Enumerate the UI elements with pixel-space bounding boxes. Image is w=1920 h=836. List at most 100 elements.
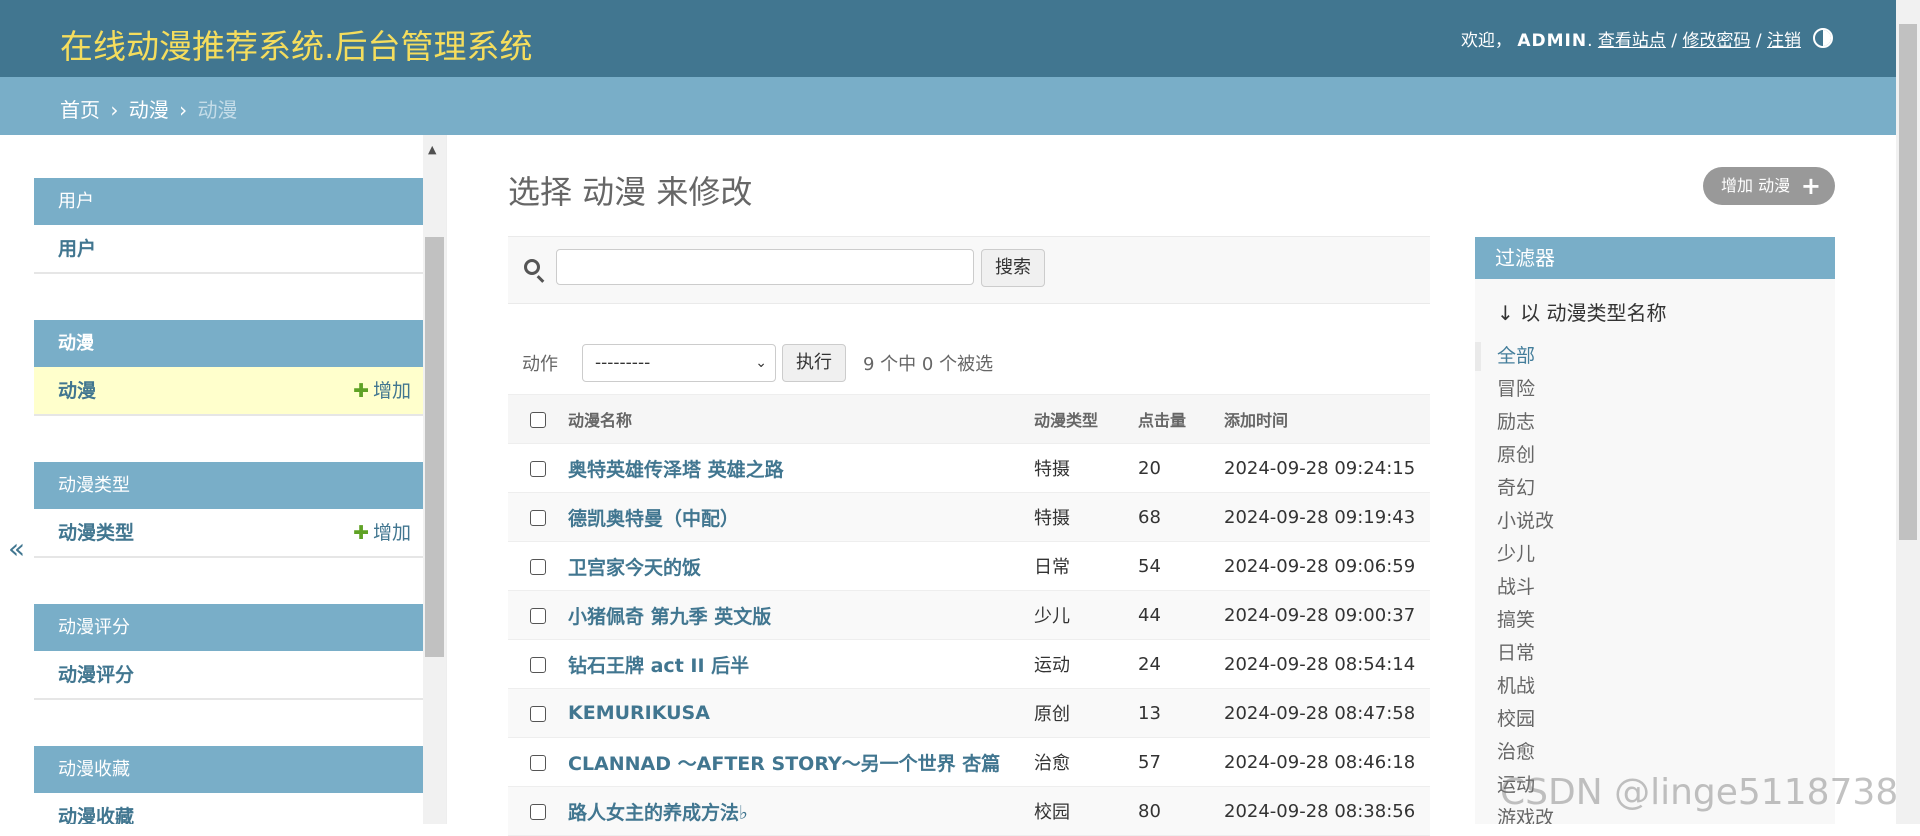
logout-link[interactable]: 注销 xyxy=(1767,31,1801,51)
row-checkbox[interactable] xyxy=(530,607,546,624)
filter-option[interactable]: 少儿 xyxy=(1475,538,1835,571)
anime-link[interactable]: CLANNAD ～AFTER STORY～另一个世界 杏篇 xyxy=(568,753,1000,775)
sidebar-add-anime-type-button[interactable]: ✚ 增加 xyxy=(353,509,411,557)
sidebar-caption-anime-type[interactable]: 动漫类型 xyxy=(34,462,423,509)
filter-caption: 过滤器 xyxy=(1475,237,1835,279)
actions-label: 动作 xyxy=(522,354,558,375)
column-header-added[interactable]: 添加时间 xyxy=(1224,394,1430,444)
anime-type: 校园 xyxy=(1034,786,1138,836)
table-row: 路人女主的养成方法♭ 校园 80 2024-09-28 08:38:56 xyxy=(508,786,1430,836)
table-row: 奥特英雄传泽塔 英雄之路 特摄 20 2024-09-28 09:24:15 xyxy=(508,443,1430,493)
sidebar-item-anime-type[interactable]: 动漫类型 ✚ 增加 xyxy=(34,509,423,557)
anime-link[interactable]: 卫宫家今天的饭 xyxy=(568,557,701,579)
change-password-link[interactable]: 修改密码 xyxy=(1682,31,1750,51)
sidebar-caption-users[interactable]: 用户 xyxy=(34,178,423,225)
table-row: 德凯奥特曼（中配） 特摄 68 2024-09-28 09:19:43 xyxy=(508,492,1430,542)
anime-link[interactable]: 奥特英雄传泽塔 英雄之路 xyxy=(568,459,784,481)
page-scrollbar[interactable] xyxy=(1896,0,1920,824)
action-select[interactable]: --------- ⌄ xyxy=(582,344,776,382)
selection-counter: 9 个中 0 个被选 xyxy=(863,354,994,375)
row-checkbox[interactable] xyxy=(530,803,546,820)
view-site-link[interactable]: 查看站点 xyxy=(1598,31,1666,51)
search-input[interactable] xyxy=(556,249,974,285)
added-time: 2024-09-28 08:46:18 xyxy=(1224,737,1430,787)
table-row: 钻石王牌 act II 后半 运动 24 2024-09-28 08:54:14 xyxy=(508,639,1430,689)
filter-option[interactable]: 小说改 xyxy=(1475,505,1835,538)
execute-action-button[interactable]: 执行 xyxy=(782,344,846,382)
anime-link[interactable]: 德凯奥特曼（中配） xyxy=(568,508,739,530)
anime-link[interactable]: 钻石王牌 act II 后半 xyxy=(568,655,749,677)
filter-option[interactable]: 冒险 xyxy=(1475,373,1835,406)
filter-option[interactable]: 原创 xyxy=(1475,439,1835,472)
username: ADMIN xyxy=(1517,31,1588,51)
column-header-name[interactable]: 动漫名称 xyxy=(568,394,1034,444)
sidebar-divider xyxy=(446,135,447,824)
anime-link[interactable]: KEMURIKUSA xyxy=(568,702,710,724)
sidebar-group-anime-type: 动漫类型 动漫类型 ✚ 增加 xyxy=(34,462,423,558)
sidebar-add-anime-button[interactable]: ✚ 增加 xyxy=(353,367,411,415)
breadcrumb-home[interactable]: 首页 xyxy=(60,98,100,122)
watermark: CSDN @linge511873822 xyxy=(1500,772,1920,813)
breadcrumb-current: 动漫 xyxy=(197,98,238,122)
column-header-type[interactable]: 动漫类型 xyxy=(1034,394,1138,444)
results-table: 动漫名称 动漫类型 点击量 添加时间 奥特英雄传泽塔 英雄之路 特摄 20 20… xyxy=(508,394,1430,836)
filter-option[interactable]: 机战 xyxy=(1475,670,1835,703)
site-brand[interactable]: 在线动漫推荐系统.后台管理系统 xyxy=(60,20,533,68)
filter-option-all[interactable]: 全部 xyxy=(1475,340,1835,373)
anime-type: 少儿 xyxy=(1034,590,1138,640)
plus-icon: + xyxy=(1800,172,1821,200)
sidebar-item-anime-rating[interactable]: 动漫评分 xyxy=(34,651,423,699)
anime-type: 特摄 xyxy=(1034,492,1138,542)
row-checkbox[interactable] xyxy=(530,656,546,673)
sidebar-item-anime[interactable]: 动漫 ✚ 增加 xyxy=(34,367,423,415)
sidebar-item-users[interactable]: 用户 xyxy=(34,225,423,273)
click-count: 54 xyxy=(1138,541,1224,591)
anime-link[interactable]: 小猪佩奇 第九季 英文版 xyxy=(568,606,771,628)
sidebar-item-anime-favorite[interactable]: 动漫收藏 xyxy=(34,793,423,824)
theme-toggle-icon[interactable] xyxy=(1813,28,1833,48)
anime-type: 原创 xyxy=(1034,688,1138,738)
filter-option[interactable]: 搞笑 xyxy=(1475,604,1835,637)
breadcrumb-app[interactable]: 动漫 xyxy=(129,98,169,122)
sidebar-group-anime-favorite: 动漫收藏 动漫收藏 xyxy=(34,746,423,824)
plus-icon: ✚ xyxy=(353,380,369,402)
sidebar-group-users: 用户 用户 xyxy=(34,178,423,274)
chevron-down-icon: ⌄ xyxy=(755,355,767,371)
sidebar-scrollbar[interactable]: ▲ xyxy=(423,135,446,824)
sidebar-scrollbar-thumb[interactable] xyxy=(425,237,444,657)
sidebar-caption-anime[interactable]: 动漫 xyxy=(34,320,423,367)
filter-option[interactable]: 战斗 xyxy=(1475,571,1835,604)
click-count: 24 xyxy=(1138,639,1224,689)
search-toolbar: 搜索 xyxy=(508,236,1430,304)
row-checkbox[interactable] xyxy=(530,754,546,771)
select-all-checkbox[interactable] xyxy=(530,412,546,428)
add-anime-button[interactable]: 增加 动漫 + xyxy=(1703,167,1835,205)
table-row: 卫宫家今天的饭 日常 54 2024-09-28 09:06:59 xyxy=(508,541,1430,591)
sidebar-caption-anime-rating[interactable]: 动漫评分 xyxy=(34,604,423,651)
row-checkbox[interactable] xyxy=(530,460,546,477)
row-checkbox[interactable] xyxy=(530,509,546,526)
filter-option[interactable]: 校园 xyxy=(1475,703,1835,736)
table-row: KEMURIKUSA 原创 13 2024-09-28 08:47:58 xyxy=(508,688,1430,738)
sidebar-collapse-toggle[interactable]: « xyxy=(8,532,25,565)
filter-option[interactable]: 日常 xyxy=(1475,637,1835,670)
table-header-row: 动漫名称 动漫类型 点击量 添加时间 xyxy=(508,394,1430,444)
site-header: 在线动漫推荐系统.后台管理系统 欢迎， ADMIN. 查看站点 / 修改密码 /… xyxy=(0,0,1896,77)
table-row: CLANNAD ～AFTER STORY～另一个世界 杏篇 治愈 57 2024… xyxy=(508,737,1430,787)
filter-option[interactable]: 励志 xyxy=(1475,406,1835,439)
page-scrollbar-thumb[interactable] xyxy=(1899,24,1917,540)
filter-option[interactable]: 治愈 xyxy=(1475,736,1835,769)
row-checkbox[interactable] xyxy=(530,558,546,575)
scroll-up-icon[interactable]: ▲ xyxy=(428,143,436,156)
search-icon xyxy=(524,259,540,275)
column-header-clicks[interactable]: 点击量 xyxy=(1138,394,1224,444)
page-title: 选择 动漫 来修改 xyxy=(508,173,753,211)
sidebar-caption-anime-favorite[interactable]: 动漫收藏 xyxy=(34,746,423,793)
user-tools: 欢迎， ADMIN. 查看站点 / 修改密码 / 注销 xyxy=(1460,31,1801,51)
filter-option[interactable]: 奇幻 xyxy=(1475,472,1835,505)
sidebar-group-anime-rating: 动漫评分 动漫评分 xyxy=(34,604,423,700)
anime-link[interactable]: 路人女主的养成方法♭ xyxy=(568,802,748,824)
row-checkbox[interactable] xyxy=(530,705,546,722)
added-time: 2024-09-28 08:54:14 xyxy=(1224,639,1430,689)
search-button[interactable]: 搜索 xyxy=(981,249,1045,287)
